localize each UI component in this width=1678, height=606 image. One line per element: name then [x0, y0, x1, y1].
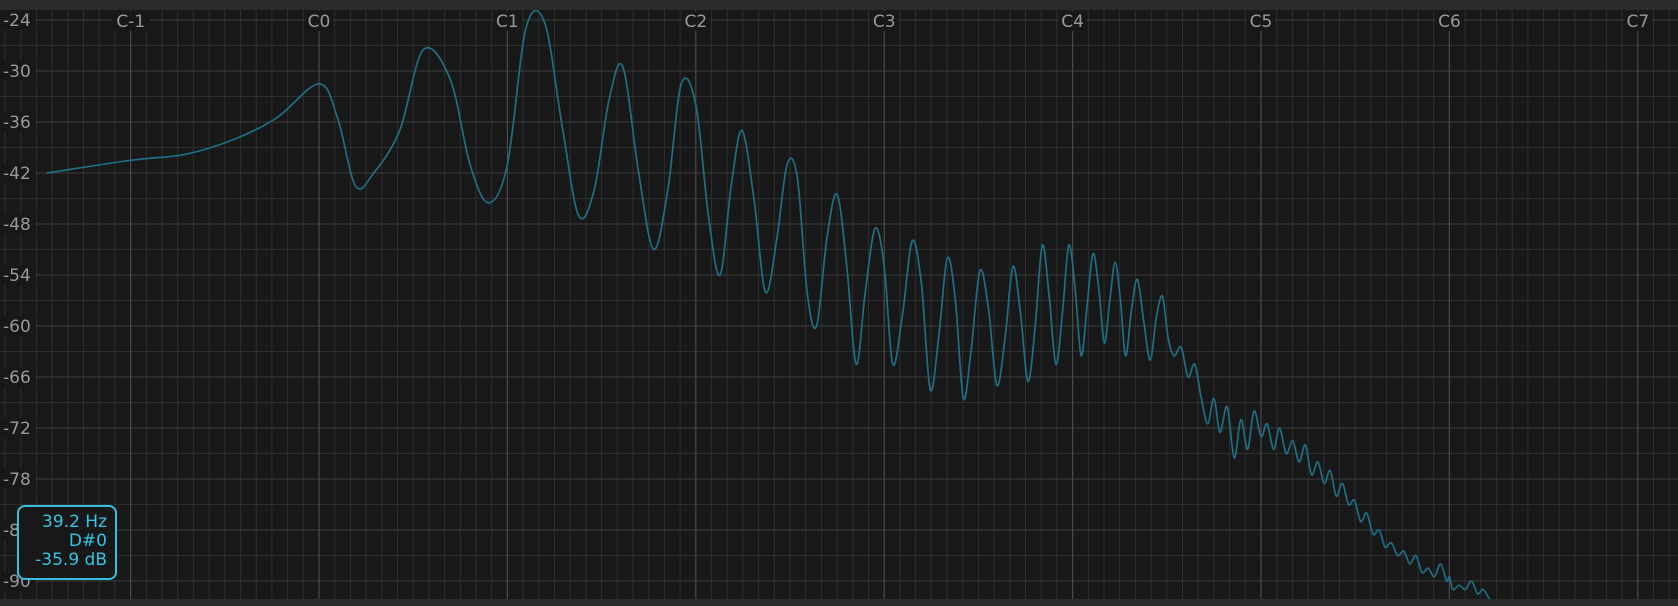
y-tick-label: -30 — [3, 62, 31, 82]
minor-grid — [0, 10, 1678, 599]
y-tick-label: -60 — [3, 317, 31, 337]
x-tick-label: C-1 — [116, 12, 145, 32]
y-tick-label: -48 — [3, 215, 31, 235]
x-tick-label: C4 — [1061, 12, 1084, 32]
x-tick-label: C0 — [308, 12, 331, 32]
bottom-edge-bar — [0, 599, 1678, 606]
x-tick-label: C5 — [1250, 12, 1273, 32]
curve-layer — [46, 10, 1491, 599]
top-edge-bar — [0, 0, 1678, 10]
readout-level: -35.9 dB — [35, 550, 107, 570]
cursor-readout: 39.2 Hz D#0 -35.9 dB — [17, 505, 117, 580]
major-grid — [0, 10, 1678, 599]
x-tick-label: C6 — [1438, 12, 1461, 32]
x-tick-label: C2 — [684, 12, 707, 32]
y-tick-label: -54 — [3, 266, 31, 286]
y-tick-label: -78 — [3, 470, 31, 490]
y-tick-label: -72 — [3, 419, 31, 439]
y-tick-label: -36 — [3, 113, 31, 133]
x-axis-labels: C-1 C0 C1 C2 C3 C4 C5 C6 C7 — [111, 11, 1652, 32]
x-tick-label: C7 — [1626, 12, 1649, 32]
y-tick-label: -24 — [3, 11, 31, 31]
spectrum-curve — [46, 10, 1491, 599]
spectrum-chart[interactable]: -24-30-36-42-48-54-60-66-72-78-84-90 C-1… — [0, 10, 1678, 599]
x-tick-label: C3 — [873, 12, 896, 32]
y-tick-label: -42 — [3, 164, 31, 184]
readout-note: D#0 — [68, 531, 107, 551]
spectrum-plot[interactable]: -24-30-36-42-48-54-60-66-72-78-84-90 C-1… — [0, 10, 1678, 599]
readout-frequency: 39.2 Hz — [42, 512, 107, 532]
x-tick-label: C1 — [496, 12, 519, 32]
y-tick-label: -66 — [3, 368, 31, 388]
